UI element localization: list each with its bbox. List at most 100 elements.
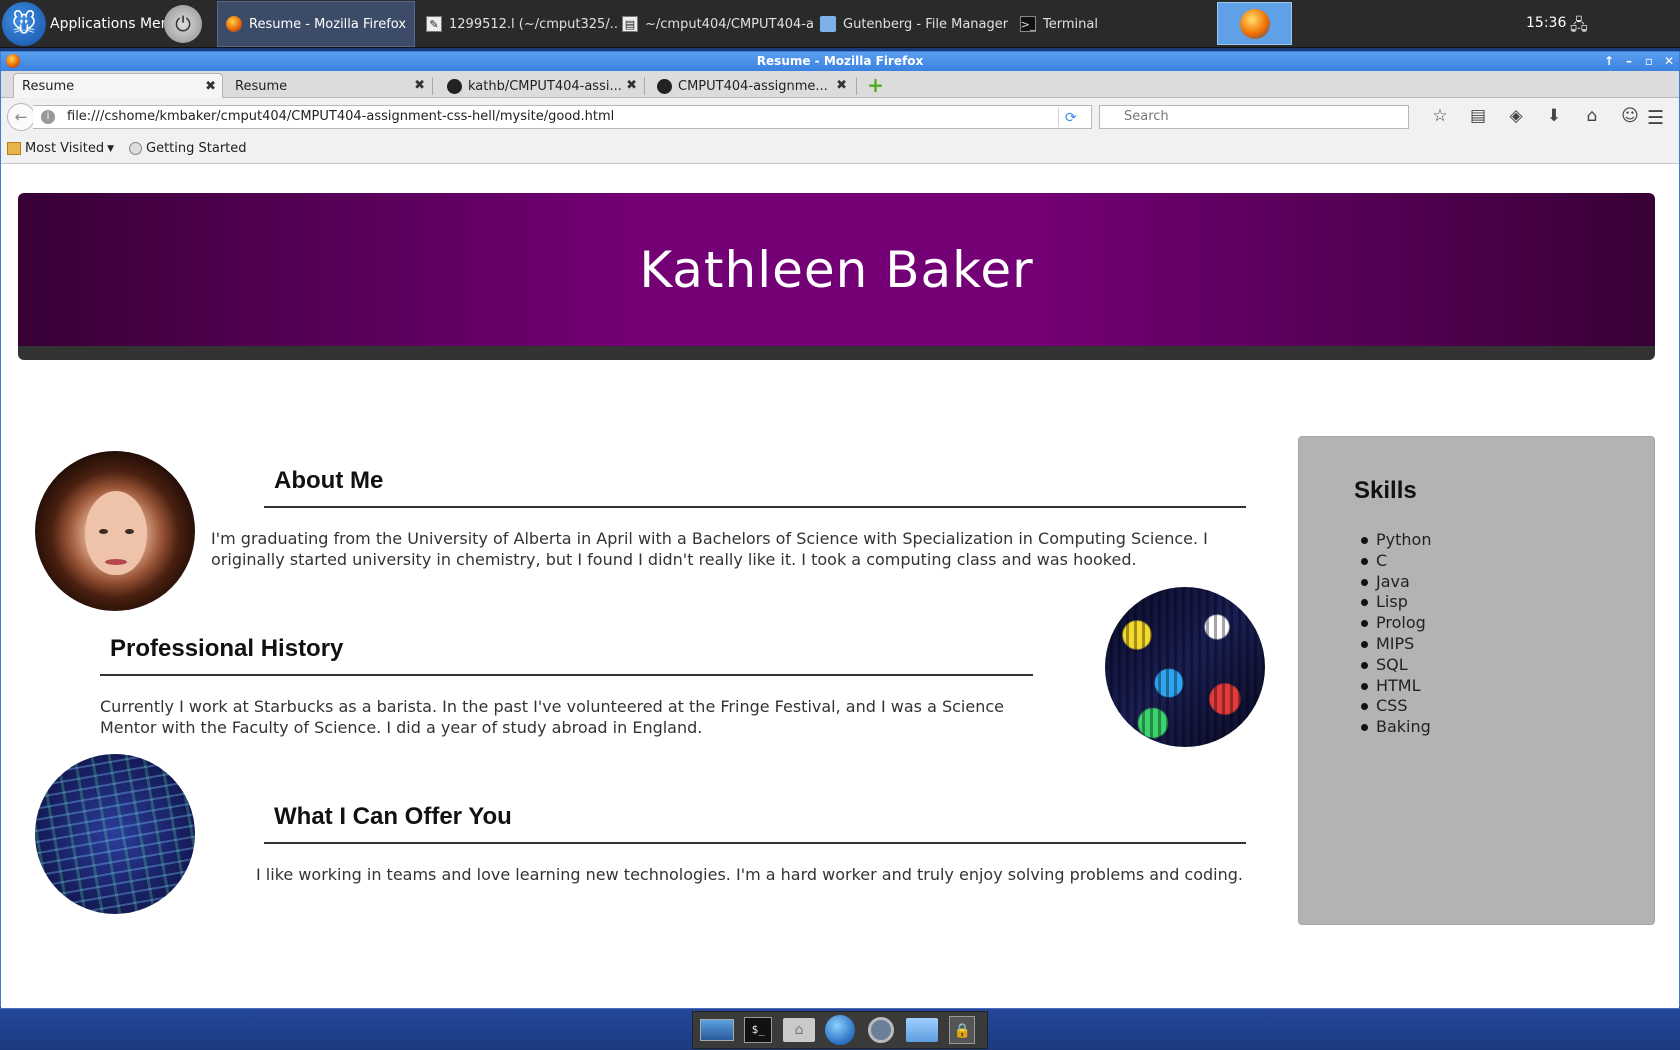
skills-heading: Skills	[1354, 477, 1417, 504]
skill-item: C	[1361, 551, 1431, 572]
close-tab-icon[interactable]: ✖	[414, 78, 425, 93]
about-me-text-line-2: originally started university in chemist…	[211, 550, 1137, 569]
minimize-icon[interactable]: –	[1623, 52, 1635, 71]
skill-item: Java	[1361, 572, 1431, 593]
url-bar[interactable]: file:///cshome/kmbaker/cmput404/CMPUT404…	[33, 105, 1092, 129]
tab-resume[interactable]: Resume ✖	[227, 73, 431, 99]
xfce-mouse-icon: 🐭	[2, 2, 46, 46]
professional-history-heading: Professional History	[110, 635, 344, 662]
navigation-toolbar: ← file:///cshome/kmbaker/cmput404/CMPUT4…	[1, 98, 1679, 134]
skill-item: Lisp	[1361, 592, 1431, 613]
close-tab-icon[interactable]: ✖	[626, 78, 637, 93]
getting-started-label: Getting Started	[146, 141, 247, 156]
window-titlebar[interactable]: Resume - Mozilla Firefox ↑ – ▫ ✕	[1, 52, 1679, 71]
tab-label: CMPUT404-assignme...	[678, 78, 828, 94]
power-icon[interactable]: ⏻	[164, 5, 202, 43]
offer-text: I like working in teams and love learnin…	[256, 865, 1243, 884]
keep-above-icon[interactable]: ↑	[1603, 52, 1615, 71]
code-listing-image	[35, 754, 195, 914]
professional-history-text-line-2: Mentor with the Faculty of Science. I di…	[100, 718, 703, 737]
bottom-panel: $_ ⌂ 🔒	[0, 1008, 1680, 1050]
header-banner: Kathleen Baker	[18, 193, 1655, 360]
desktop-icon	[700, 1019, 735, 1041]
offer-heading: What I Can Offer You	[274, 803, 512, 830]
skill-item: Python	[1361, 530, 1431, 551]
globe-icon	[824, 1015, 855, 1045]
profile-photo	[35, 451, 195, 611]
close-icon[interactable]: ✕	[1663, 52, 1675, 71]
file-manager-launcher[interactable]	[905, 1015, 939, 1045]
web-browser-launcher[interactable]	[823, 1015, 857, 1045]
task-firefox-resume[interactable]: Resume - Mozilla Firefox	[217, 1, 415, 47]
new-tab-plus-icon[interactable]: +	[867, 75, 884, 95]
folder-icon	[820, 16, 836, 32]
reload-icon[interactable]: ⟳	[1065, 110, 1077, 126]
lock-screen-launcher[interactable]: 🔒	[945, 1015, 979, 1045]
maximize-icon[interactable]: ▫	[1643, 52, 1655, 71]
bookmark-star-icon[interactable]: ☆	[1421, 106, 1459, 126]
task-file-manager[interactable]: Gutenberg - File Manager	[812, 1, 1012, 47]
home-folder-launcher[interactable]: ⌂	[782, 1015, 816, 1045]
home-icon[interactable]: ⌂	[1573, 106, 1611, 126]
firefox-icon	[1239, 8, 1270, 39]
task-label: Terminal	[1043, 16, 1098, 32]
terminal-icon: >_	[1020, 16, 1036, 32]
most-visited-button[interactable]: Most Visited ▼	[7, 141, 114, 156]
hamburger-menu-icon[interactable]: ☰	[1647, 107, 1664, 129]
tab-strip: Resume ✖ Resume ✖ kathb/CMPUT404-assi...…	[1, 71, 1679, 99]
getting-started-link[interactable]: Getting Started	[129, 141, 247, 156]
download-arrow-icon[interactable]: ⬇	[1535, 106, 1573, 126]
most-visited-label: Most Visited	[25, 141, 105, 156]
task-terminal[interactable]: >_ Terminal	[1012, 1, 1212, 47]
firefox-icon[interactable]	[6, 54, 20, 68]
network-icon[interactable]: 🖧	[1570, 14, 1592, 34]
bookmarks-toolbar: Most Visited ▼ Getting Started	[1, 134, 1679, 164]
task-label: 1299512.l (~/cmput325/...	[449, 16, 618, 32]
folder-icon	[7, 142, 21, 155]
task-editor[interactable]: ✎ 1299512.l (~/cmput325/...	[418, 1, 618, 47]
pocket-icon[interactable]: ◈	[1497, 106, 1535, 126]
about-me-heading: About Me	[274, 467, 384, 494]
firefox-window: Resume - Mozilla Firefox ↑ – ▫ ✕ Resume …	[0, 51, 1680, 1008]
task-editor-2[interactable]: ▤ ~/cmput404/CMPUT404-a...	[614, 1, 814, 47]
back-arrow-icon[interactable]: ←	[7, 103, 35, 131]
tab-github-repo[interactable]: kathb/CMPUT404-assi... ✖	[439, 73, 643, 99]
lock-icon: 🔒	[949, 1016, 976, 1044]
skill-item: MIPS	[1361, 634, 1431, 655]
terminal-launcher[interactable]: $_	[741, 1015, 775, 1045]
search-input[interactable]: Search	[1099, 105, 1409, 129]
about-me-text-line-1: I'm graduating from the University of Al…	[211, 529, 1208, 548]
folder-icon	[905, 1018, 938, 1042]
reading-list-icon[interactable]: ▤	[1459, 106, 1497, 126]
app-finder-launcher[interactable]	[864, 1015, 898, 1045]
tab-resume-active[interactable]: Resume ✖	[13, 73, 223, 99]
show-desktop-button[interactable]	[700, 1015, 735, 1045]
task-label: Resume - Mozilla Firefox	[249, 16, 407, 32]
github-icon	[657, 78, 672, 94]
task-label: Gutenberg - File Manager	[843, 16, 1009, 32]
tab-label: kathb/CMPUT404-assi...	[468, 78, 622, 94]
close-tab-icon[interactable]: ✖	[836, 78, 847, 93]
skills-panel: Skills Python C Java Lisp Prolog MIPS SQ…	[1298, 436, 1655, 925]
window-title: Resume - Mozilla Firefox	[756, 54, 924, 68]
page-content: Kathleen Baker About Me I'm graduating f…	[1, 192, 1679, 1008]
page-title: Kathleen Baker	[639, 241, 1034, 299]
magnifier-icon	[867, 1017, 894, 1043]
close-tab-icon[interactable]: ✖	[205, 79, 216, 94]
home-folder-icon: ⌂	[783, 1018, 816, 1042]
firefox-icon	[226, 16, 242, 32]
firefox-launcher-button[interactable]	[1217, 2, 1292, 45]
clock: 15:36	[1526, 15, 1567, 31]
skill-item: Baking	[1361, 717, 1431, 738]
tab-label: Resume	[235, 78, 288, 94]
text-editor-icon: ▤	[622, 16, 638, 32]
applications-menu-label: Applications Menu	[50, 16, 179, 32]
chat-icon[interactable]: ☺	[1611, 106, 1649, 126]
skills-list: Python C Java Lisp Prolog MIPS SQL HTML …	[1361, 530, 1431, 738]
globe-icon	[129, 142, 142, 155]
tab-label: Resume	[22, 79, 75, 94]
tab-github-assignment[interactable]: CMPUT404-assignme... ✖	[649, 73, 853, 99]
skill-item: HTML	[1361, 676, 1431, 697]
site-info-icon[interactable]: i	[41, 110, 55, 124]
about-me-rule	[264, 506, 1246, 508]
